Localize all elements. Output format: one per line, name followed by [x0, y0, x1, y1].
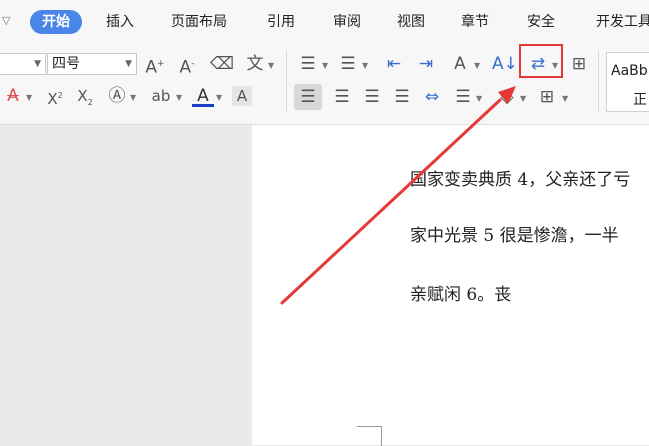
grow-font-icon[interactable]: A+	[144, 54, 166, 78]
dropdown-arrow-icon[interactable]: ▽	[2, 14, 10, 27]
strikethrough-icon[interactable]: A	[2, 86, 24, 106]
ribbon-tab-bar: ▽ 开始 插入 页面布局 引用 审阅 视图 章节 安全 开发工具	[0, 0, 649, 44]
chevron-down-icon[interactable]: ▼	[216, 93, 222, 102]
document-line-3: 亲赋闲 6。丧	[410, 285, 512, 305]
text-direction-icon[interactable]: A	[448, 54, 472, 74]
chevron-down-icon[interactable]: ▼	[362, 61, 368, 70]
highlight-box	[519, 44, 563, 78]
font-name-combo[interactable]: ▼	[0, 53, 46, 75]
group-separator	[598, 50, 599, 112]
bullets-icon[interactable]: ☰	[296, 54, 320, 74]
document-line-1: 国家变卖典质 4，父亲还了亏	[410, 170, 631, 190]
style-gallery[interactable]: AaBb 正	[606, 52, 649, 112]
superscript-icon[interactable]: X2	[44, 86, 66, 109]
tab-security[interactable]: 安全	[527, 13, 555, 31]
shading-icon[interactable]: ◈	[496, 87, 518, 107]
workspace-background	[0, 125, 252, 445]
chevron-down-icon[interactable]: ▼	[474, 61, 480, 70]
sort-icon[interactable]: A↓	[492, 54, 518, 74]
decrease-indent-icon[interactable]: ⇤	[382, 54, 406, 74]
page-corner-marker	[357, 426, 382, 446]
clear-format-icon[interactable]: ⌫	[210, 54, 234, 74]
shrink-font-icon[interactable]: A-	[176, 54, 198, 78]
align-center-icon[interactable]: ☰	[330, 87, 354, 107]
align-left-icon[interactable]: ☰	[294, 84, 322, 110]
chevron-down-icon: ▼	[125, 59, 132, 69]
group-separator	[286, 50, 287, 112]
chevron-down-icon[interactable]: ▼	[322, 61, 328, 70]
increase-indent-icon[interactable]: ⇥	[414, 54, 438, 74]
numbering-icon[interactable]: ☰	[336, 54, 360, 74]
chevron-down-icon[interactable]: ▼	[26, 93, 32, 102]
borders-icon[interactable]: ⊞	[536, 87, 558, 107]
chevron-down-icon[interactable]: ▼	[268, 61, 274, 70]
document-page[interactable]: 国家变卖典质 4，父亲还了亏 家中光景 5 很是惨澹，一半 亲赋闲 6。丧	[252, 125, 649, 446]
tab-section[interactable]: 章节	[461, 13, 489, 31]
text-effects-icon[interactable]: Ⓐ	[106, 86, 128, 106]
justify-icon[interactable]: ☰	[390, 87, 414, 107]
style-name: 正	[633, 92, 647, 108]
chevron-down-icon[interactable]: ▼	[130, 93, 136, 102]
tab-insert[interactable]: 插入	[106, 13, 134, 31]
align-right-icon[interactable]: ☰	[360, 87, 384, 107]
char-shading-icon[interactable]: A	[232, 86, 252, 106]
phonetic-guide-icon[interactable]: 文	[244, 54, 266, 74]
tab-developer-tools[interactable]: 开发工具	[596, 13, 649, 31]
chevron-down-icon: ▼	[34, 59, 41, 69]
highlight-icon[interactable]: ab	[148, 86, 174, 106]
tab-home[interactable]: 开始	[30, 10, 82, 34]
chevron-down-icon[interactable]: ▼	[520, 94, 526, 103]
chevron-down-icon[interactable]: ▼	[476, 94, 482, 103]
distributed-icon[interactable]: ⇔	[420, 87, 444, 107]
tab-page-layout[interactable]: 页面布局	[171, 13, 227, 31]
table-border-icon[interactable]: ⊞	[568, 54, 590, 74]
subscript-icon[interactable]: X2	[74, 86, 96, 113]
tab-references[interactable]: 引用	[267, 13, 295, 31]
font-color-icon[interactable]: A	[192, 86, 214, 107]
font-size-value: 四号	[52, 56, 80, 72]
document-line-2: 家中光景 5 很是惨澹，一半	[410, 226, 619, 246]
chevron-down-icon[interactable]: ▼	[176, 93, 182, 102]
font-size-combo[interactable]: 四号 ▼	[47, 53, 137, 75]
line-spacing-icon[interactable]: ☰	[452, 87, 474, 107]
style-preview-text: AaBb	[611, 63, 648, 79]
tab-view[interactable]: 视图	[397, 13, 425, 31]
chevron-down-icon[interactable]: ▼	[562, 94, 568, 103]
ribbon-toolbar: ▼ 四号 ▼ A+ A- ⌫ 文 ▼ A ▼ X2 X2 Ⓐ ▼ ab ▼ A …	[0, 44, 649, 125]
tab-review[interactable]: 审阅	[333, 13, 361, 31]
